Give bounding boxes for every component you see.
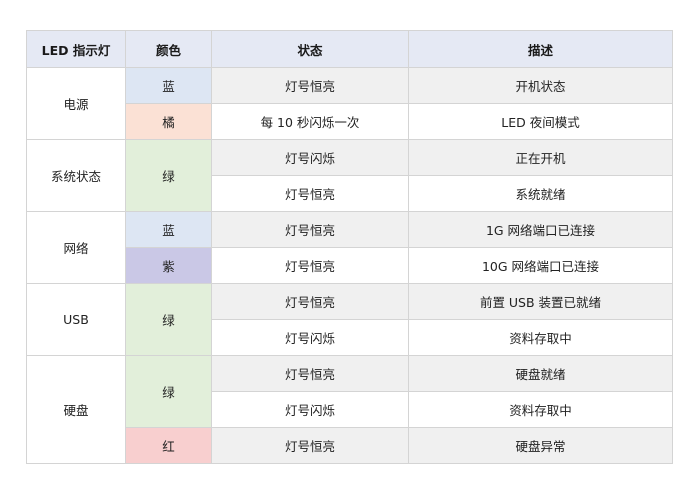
- table-header: LED 指示灯 颜色 状态 描述: [26, 30, 673, 68]
- description-cell: 硬盘就绪: [408, 355, 673, 392]
- status-cell: 灯号恒亮: [211, 175, 409, 212]
- status-cell: 灯号恒亮: [211, 67, 409, 104]
- led-name-cell: USB: [26, 283, 126, 356]
- status-cell: 灯号恒亮: [211, 283, 409, 320]
- header-status: 状态: [211, 30, 409, 68]
- led-color-cell: 红: [125, 427, 212, 464]
- description-cell: 1G 网络端口已连接: [408, 211, 673, 248]
- table-row: USB 绿灯号恒亮 前置 USB 装置已就绪: [26, 283, 673, 356]
- led-color-cell: 蓝: [125, 211, 212, 248]
- status-cell: 灯号恒亮: [211, 355, 409, 392]
- led-name-cell: 网络: [26, 211, 126, 284]
- header-color: 颜色: [125, 30, 212, 68]
- description-cell: LED 夜间模式: [408, 103, 673, 140]
- description-cell: 10G 网络端口已连接: [408, 247, 673, 284]
- description-cell: 正在开机: [408, 139, 673, 176]
- status-cell: 灯号闪烁: [211, 319, 409, 356]
- led-color-cell: 蓝: [125, 67, 212, 104]
- led-name-cell: 系统状态: [26, 139, 126, 212]
- table-row: 系统状态绿灯号闪烁 正在开机: [26, 139, 673, 212]
- table-body: 电源蓝灯号恒亮 开机状态橘每 10 秒闪烁一次 LED 夜间模式 系统状态绿灯号闪烁正…: [26, 67, 673, 464]
- status-cell: 灯号恒亮: [211, 247, 409, 284]
- status-cell: 每 10 秒闪烁一次: [211, 103, 409, 140]
- led-color-cell: 绿: [125, 355, 212, 428]
- table-row: 电源蓝灯号恒亮 开机状态: [26, 67, 673, 140]
- description-cell: 开机状态: [408, 67, 673, 104]
- led-color-cell: 绿: [125, 283, 212, 356]
- status-cell: 灯号闪烁: [211, 139, 409, 176]
- description-cell: 系统就绪: [408, 175, 673, 212]
- header-row: LED 指示灯 颜色 状态 描述: [26, 30, 673, 68]
- led-name-cell: 硬盘: [26, 355, 126, 464]
- description-cell: 资料存取中: [408, 391, 673, 428]
- header-description: 描述: [408, 30, 673, 68]
- description-cell: 前置 USB 装置已就绪: [408, 283, 673, 320]
- table-row: 硬盘绿灯号恒亮 硬盘就绪: [26, 355, 673, 464]
- status-cell: 灯号恒亮: [211, 427, 409, 464]
- led-indicator-table: LED 指示灯 颜色 状态 描述 电源蓝灯号恒亮 开机状态橘每 10 秒闪烁一次 L…: [26, 30, 673, 464]
- table-row: 网络蓝灯号恒亮 1G 网络端口已连接: [26, 211, 673, 284]
- led-color-cell: 橘: [125, 103, 212, 140]
- description-cell: 硬盘异常: [408, 427, 673, 464]
- status-cell: 灯号闪烁: [211, 391, 409, 428]
- led-color-cell: 紫: [125, 247, 212, 284]
- led-color-cell: 绿: [125, 139, 212, 212]
- description-cell: 资料存取中: [408, 319, 673, 356]
- header-led: LED 指示灯: [26, 30, 126, 68]
- led-name-cell: 电源: [26, 67, 126, 140]
- status-cell: 灯号恒亮: [211, 211, 409, 248]
